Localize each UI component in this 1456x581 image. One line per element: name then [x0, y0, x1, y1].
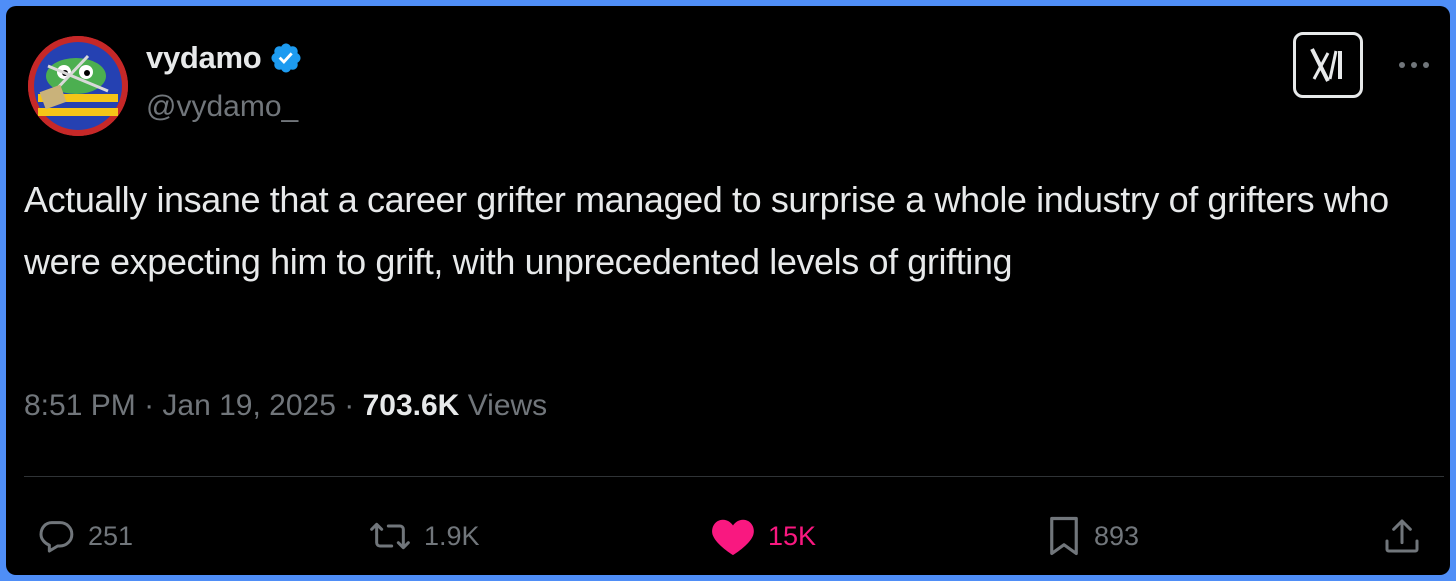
reply-button[interactable]: 251 [36, 514, 133, 558]
repost-button[interactable]: 1.9K [368, 514, 480, 558]
x-logo-glyph [1310, 48, 1342, 82]
tweet-text: Actually insane that a career grifter ma… [24, 179, 1389, 282]
repost-icon [370, 522, 410, 550]
bookmark-icon [1050, 516, 1078, 556]
tweet-date[interactable]: Jan 19, 2025 [162, 389, 335, 422]
bookmark-count: 893 [1094, 520, 1140, 551]
author-display-name[interactable]: vydamo [146, 40, 262, 76]
bookmark-button[interactable]: 893 [1046, 514, 1139, 558]
like-count: 15K [768, 520, 817, 551]
share-icon [1385, 519, 1419, 553]
views-label: Views [467, 389, 548, 422]
author-handle[interactable]: @vydamo_ [146, 90, 298, 124]
tweet-card: vydamo @vydamo_ Actually insane that a c… [6, 6, 1450, 575]
author-name-row: vydamo [146, 40, 303, 76]
more-options-dots [1399, 62, 1429, 68]
repost-count: 1.9K [424, 520, 480, 551]
tweet-time[interactable]: 8:51 PM [24, 389, 136, 422]
x-logo-icon[interactable] [1293, 32, 1363, 98]
meta-separator: · [144, 389, 155, 422]
tweet-meta: 8:51 PM · Jan 19, 2025 · 703.6K Views [24, 389, 547, 423]
heart-icon [712, 519, 754, 556]
views-count: 703.6K [362, 389, 460, 422]
reply-icon [39, 521, 74, 553]
meta-separator: · [344, 389, 355, 422]
avatar[interactable] [28, 36, 128, 136]
like-button[interactable]: 15K [710, 514, 816, 558]
share-button[interactable] [1382, 514, 1422, 558]
more-options-icon[interactable] [1394, 50, 1434, 80]
avatar-image [28, 36, 128, 136]
reply-count: 251 [88, 520, 134, 551]
divider [24, 476, 1444, 477]
verified-badge-icon [271, 43, 301, 73]
